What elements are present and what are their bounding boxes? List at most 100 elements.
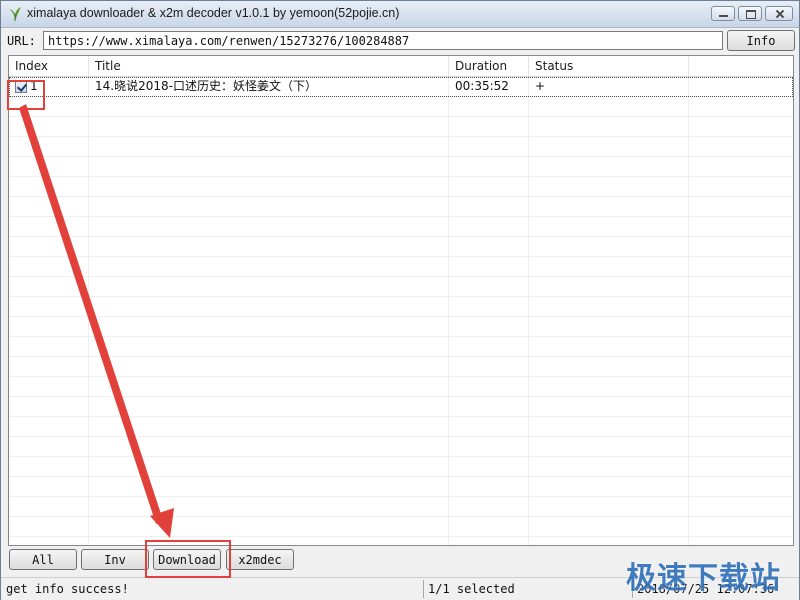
empty-row: [9, 357, 793, 377]
empty-row: [9, 157, 793, 177]
empty-cell: [449, 317, 529, 336]
empty-cell: [529, 117, 689, 136]
download-button[interactable]: Download: [153, 549, 221, 570]
empty-cell: [689, 137, 793, 156]
list-header: Index Title Duration Status: [9, 56, 793, 77]
empty-cell: [449, 417, 529, 436]
empty-cell: [529, 477, 689, 496]
empty-cell: [689, 257, 793, 276]
empty-cell: [9, 437, 89, 456]
empty-cell: [89, 457, 449, 476]
empty-cell: [9, 297, 89, 316]
empty-cell: [9, 397, 89, 416]
empty-row: [9, 97, 793, 117]
empty-cell: [9, 217, 89, 236]
maximize-icon[interactable]: [738, 6, 762, 21]
empty-row: [9, 297, 793, 317]
client-area: URL: Info Index Title Duration Status 1 …: [1, 28, 799, 600]
empty-cell: [529, 257, 689, 276]
app-window: ximalaya downloader & x2m decoder v1.0.1…: [0, 0, 800, 600]
empty-cell: [89, 317, 449, 336]
empty-cell: [449, 537, 529, 545]
column-header-index[interactable]: Index: [9, 56, 89, 76]
empty-cell: [89, 297, 449, 316]
close-icon[interactable]: [765, 6, 793, 21]
empty-cell: [449, 277, 529, 296]
empty-cell: [9, 357, 89, 376]
empty-cell: [689, 117, 793, 136]
empty-cell: [449, 517, 529, 536]
empty-cell: [89, 417, 449, 436]
empty-cell: [449, 97, 529, 116]
x2mdec-button[interactable]: x2mdec: [226, 549, 294, 570]
empty-cell: [689, 277, 793, 296]
minimize-icon[interactable]: [711, 6, 735, 21]
empty-cell: [89, 97, 449, 116]
empty-cell: [689, 437, 793, 456]
empty-cell: [529, 537, 689, 545]
empty-row: [9, 397, 793, 417]
empty-cell: [449, 457, 529, 476]
column-header-duration[interactable]: Duration: [449, 56, 529, 76]
empty-row: [9, 237, 793, 257]
empty-row: [9, 177, 793, 197]
empty-cell: [449, 497, 529, 516]
empty-cell: [89, 337, 449, 356]
track-list[interactable]: Index Title Duration Status 1 14.晓说2018-…: [8, 55, 794, 546]
empty-cell: [9, 197, 89, 216]
title-bar[interactable]: ximalaya downloader & x2m decoder v1.0.1…: [1, 1, 799, 28]
empty-cell: [9, 377, 89, 396]
empty-cell: [449, 397, 529, 416]
empty-cell: [9, 497, 89, 516]
empty-cell: [89, 477, 449, 496]
app-leaf-icon: [9, 7, 21, 21]
column-header-status[interactable]: Status: [529, 56, 689, 76]
empty-cell: [449, 437, 529, 456]
empty-cell: [89, 257, 449, 276]
empty-cell: [449, 117, 529, 136]
empty-cell: [9, 177, 89, 196]
empty-cell: [449, 377, 529, 396]
empty-cell: [529, 97, 689, 116]
empty-row: [9, 457, 793, 477]
empty-cell: [9, 97, 89, 116]
list-rows: 1 14.晓说2018-口述历史：妖怪姜文（下） 00:35:52 +: [9, 77, 793, 545]
url-label: URL:: [7, 34, 36, 48]
empty-row: [9, 117, 793, 137]
empty-cell: [689, 417, 793, 436]
url-input[interactable]: [43, 31, 723, 50]
empty-cell: [89, 237, 449, 256]
column-header-title[interactable]: Title: [89, 56, 449, 76]
empty-row: [9, 377, 793, 397]
empty-cell: [689, 357, 793, 376]
empty-cell: [89, 437, 449, 456]
empty-cell: [449, 157, 529, 176]
empty-cell: [689, 237, 793, 256]
empty-rows: [9, 97, 793, 545]
empty-cell: [529, 137, 689, 156]
empty-row: [9, 417, 793, 437]
invert-selection-button[interactable]: Inv: [81, 549, 149, 570]
empty-cell: [689, 337, 793, 356]
empty-row: [9, 277, 793, 297]
empty-cell: [529, 397, 689, 416]
table-row[interactable]: 1 14.晓说2018-口述历史：妖怪姜文（下） 00:35:52 +: [9, 77, 793, 97]
empty-cell: [9, 517, 89, 536]
empty-cell: [449, 297, 529, 316]
empty-cell: [89, 217, 449, 236]
empty-cell: [89, 377, 449, 396]
empty-cell: [689, 197, 793, 216]
empty-cell: [89, 117, 449, 136]
select-all-button[interactable]: All: [9, 549, 77, 570]
empty-cell: [9, 537, 89, 545]
empty-cell: [89, 137, 449, 156]
info-button[interactable]: Info: [727, 30, 795, 51]
empty-cell: [9, 157, 89, 176]
empty-cell: [689, 177, 793, 196]
row-index-text: 1: [30, 79, 38, 93]
empty-cell: [689, 477, 793, 496]
empty-cell: [529, 457, 689, 476]
empty-cell: [529, 417, 689, 436]
row-checkbox[interactable]: [15, 80, 27, 93]
empty-cell: [529, 517, 689, 536]
